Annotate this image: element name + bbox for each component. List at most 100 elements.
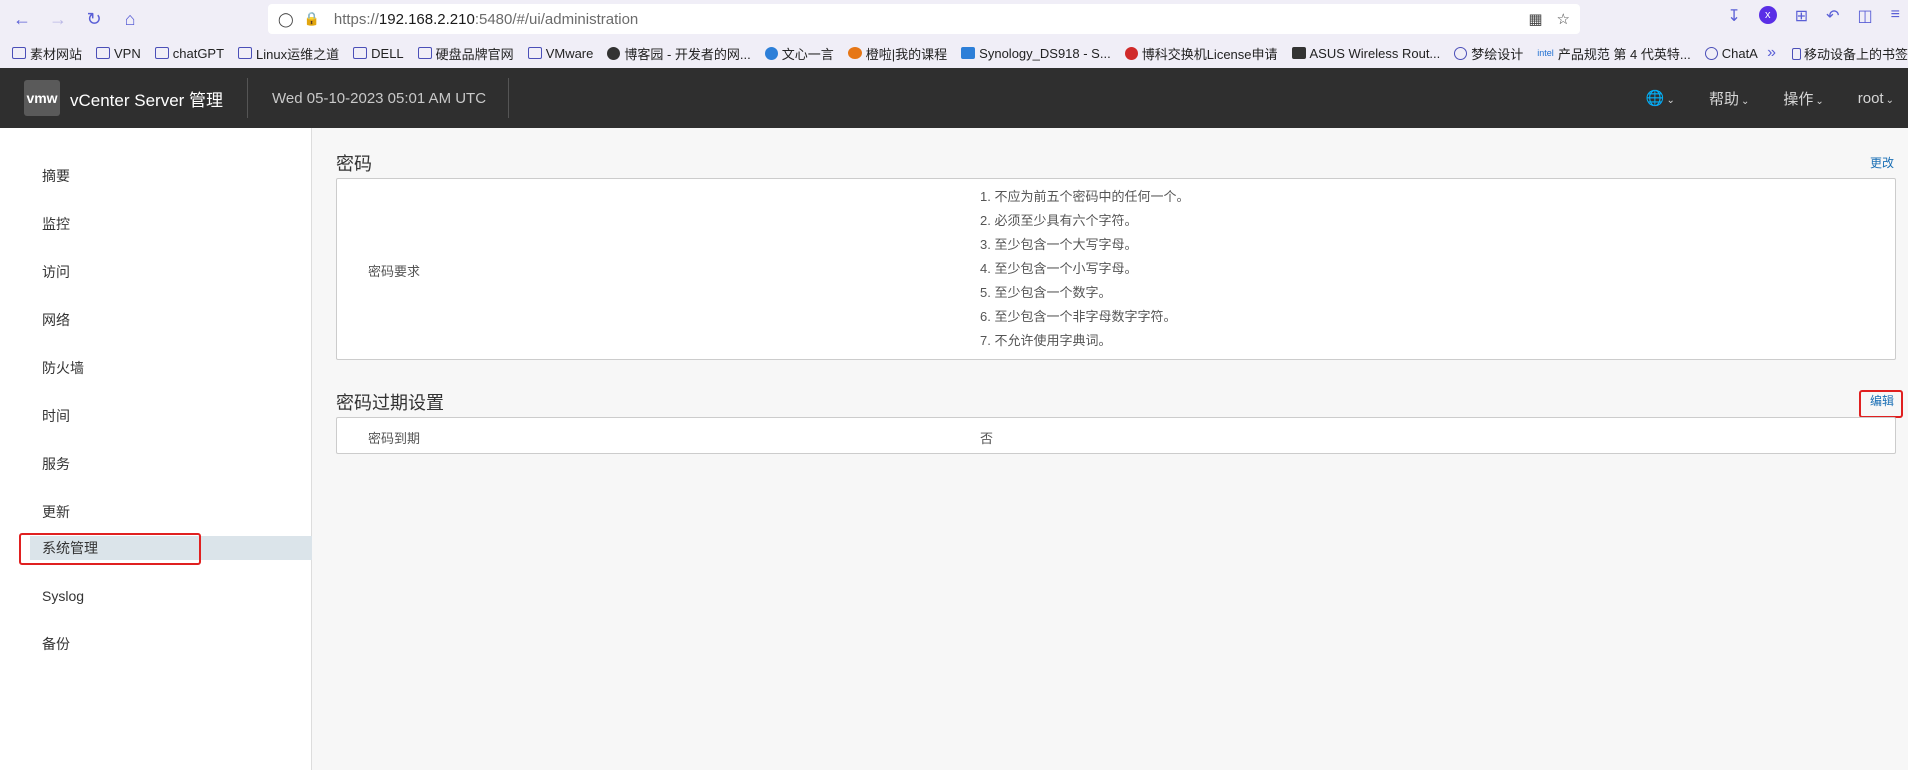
broadcom-icon: [1124, 46, 1138, 60]
sidebar-item-access[interactable]: 访问: [0, 260, 312, 284]
back-arrow-icon[interactable]: ←: [8, 5, 36, 33]
bookmark-item[interactable]: ASUS Wireless Rout...: [1291, 46, 1440, 61]
list-item: 2. 必须至少具有六个字符。: [980, 213, 1138, 228]
menu-icon[interactable]: ≡: [1891, 6, 1900, 26]
sidebar: 摘要 监控 访问 网络 防火墙 时间 服务 更新 系统管理 Syslog 备份: [0, 128, 312, 770]
password-requirements-list: 1. 不应为前五个密码中的任何一个。 2. 必须至少具有六个字符。 3. 至少包…: [980, 187, 1189, 355]
list-item: 4. 至少包含一个小写字母。: [980, 261, 1138, 276]
header-divider: [247, 78, 249, 118]
bookmark-item[interactable]: 博客园 - 开发者的网...: [607, 44, 751, 63]
sidebar-item-services[interactable]: 服务: [0, 452, 312, 476]
sidebar-item-time[interactable]: 时间: [0, 404, 312, 428]
list-item: 1. 不应为前五个密码中的任何一个。: [980, 189, 1190, 204]
sidebar-item-backup[interactable]: 备份: [0, 632, 312, 656]
home-icon[interactable]: ⌂: [116, 5, 144, 33]
password-requirements-card: 密码要求 1. 不应为前五个密码中的任何一个。 2. 必须至少具有六个字符。 3…: [336, 178, 1896, 360]
bookmark-item[interactable]: 梦绘设计: [1454, 44, 1523, 63]
app-title: vCenter Server 管理: [70, 90, 224, 110]
chevron-down-icon: ⌄: [1740, 95, 1750, 107]
bookmarks-overflow: » 移动设备上的书签: [1759, 38, 1908, 68]
main-content: 密码 更改 密码要求 1. 不应为前五个密码中的任何一个。 2. 必须至少具有六…: [313, 128, 1908, 770]
globe-icon: [1454, 46, 1468, 60]
extensions-icon[interactable]: ◫: [1858, 6, 1873, 26]
wenxin-icon: [764, 46, 778, 60]
password-expiry-value: 否: [980, 431, 994, 446]
bookmark-item[interactable]: 素材网站: [12, 44, 82, 63]
folder-icon: [353, 47, 368, 59]
synology-icon: [961, 47, 976, 59]
mobile-bookmarks[interactable]: 移动设备上的书签: [1791, 44, 1908, 63]
undo-icon[interactable]: ↶: [1826, 6, 1839, 26]
chengla-icon: [847, 47, 862, 59]
bookmark-item[interactable]: 文心一言: [764, 44, 834, 63]
reload-icon[interactable]: ↻: [80, 5, 108, 33]
sidebar-item-monitor[interactable]: 监控: [0, 212, 312, 236]
bookmark-item[interactable]: 硬盘品牌官网: [417, 44, 514, 63]
sidebar-item-syslog[interactable]: Syslog: [0, 584, 312, 608]
highlight-box: [1859, 390, 1903, 418]
shield-icon[interactable]: ◯: [278, 11, 294, 28]
password-expiry-card: 密码到期 否: [336, 417, 1896, 454]
lock-icon[interactable]: 🔒: [304, 11, 320, 27]
bookmark-item[interactable]: 橙啦|我的课程: [847, 44, 947, 63]
crop-icon[interactable]: ⊞: [1795, 6, 1808, 26]
header-datetime: Wed 05-10-2023 05:01 AM UTC: [272, 89, 487, 107]
folder-icon: [96, 47, 111, 59]
password-section-title: 密码: [336, 154, 372, 174]
bookmark-item[interactable]: 博科交换机License申请: [1124, 44, 1278, 63]
star-icon[interactable]: ☆: [1557, 10, 1570, 28]
header-divider: [508, 78, 509, 118]
list-item: 5. 至少包含一个数字。: [980, 285, 1112, 300]
vmware-logo: vmw: [24, 80, 60, 116]
profile-icon[interactable]: x: [1758, 6, 1777, 24]
bookmark-item[interactable]: Linux运维之道: [238, 44, 339, 63]
password-expiry-section-title: 密码过期设置: [336, 393, 444, 413]
actions-menu[interactable]: 操作 ⌄: [1783, 88, 1823, 109]
sidebar-item-update[interactable]: 更新: [0, 500, 312, 524]
bookmark-item[interactable]: ChatAI: [1704, 46, 1761, 61]
highlight-box: [19, 533, 201, 565]
globe-icon: 🌐: [1645, 90, 1665, 107]
chevron-down-icon: ⌄: [1885, 94, 1894, 106]
bookmark-item[interactable]: VPN: [96, 46, 141, 61]
password-requirements-label: 密码要求: [368, 264, 421, 279]
sidebar-item-networking[interactable]: 网络: [0, 308, 312, 332]
change-password-link[interactable]: 更改: [1870, 154, 1894, 171]
password-expiry-label: 密码到期: [368, 431, 421, 446]
cnblogs-icon: [607, 46, 621, 60]
folder-icon: [154, 47, 169, 59]
app-header: vmw vCenter Server 管理 Wed 05-10-2023 05:…: [0, 68, 1908, 128]
url-scheme: https://: [333, 10, 379, 28]
language-menu[interactable]: 🌐 ⌄: [1646, 89, 1675, 107]
browser-toolbar: ← → ↻ ⌂ ◯ 🔒 https://192.168.2.210:5480/#…: [0, 0, 1908, 38]
folder-icon: [238, 47, 253, 59]
address-bar[interactable]: ◯ 🔒 https://192.168.2.210:5480/#/ui/admi…: [268, 4, 1580, 34]
bookmarks-bar: 素材网站 VPN chatGPT Linux运维之道 DELL 硬盘品牌官网 V…: [0, 38, 1908, 68]
list-item: 3. 至少包含一个大写字母。: [980, 237, 1138, 252]
folder-icon: [417, 47, 432, 59]
phone-icon: [1791, 47, 1801, 60]
help-menu[interactable]: 帮助 ⌄: [1709, 88, 1749, 109]
folder-icon: [527, 47, 542, 59]
list-item: 6. 至少包含一个非字母数字字符。: [980, 309, 1177, 324]
list-item: 7. 不允许使用字典词。: [980, 333, 1112, 348]
folder-icon: [12, 47, 26, 59]
intel-icon: intel: [1537, 48, 1554, 58]
bookmark-item[interactable]: DELL: [353, 46, 404, 61]
bookmark-item[interactable]: Synology_DS918 - S...: [961, 46, 1111, 61]
url-text[interactable]: https://192.168.2.210:5480/#/ui/administ…: [334, 11, 638, 28]
chevron-double-right-icon[interactable]: »: [1767, 44, 1776, 62]
sidebar-item-summary[interactable]: 摘要: [0, 164, 312, 188]
download-icon[interactable]: ↧: [1727, 6, 1740, 26]
bookmark-item[interactable]: chatGPT: [154, 46, 224, 61]
chevron-down-icon: ⌄: [1666, 95, 1675, 106]
qr-code-icon[interactable]: ▦: [1528, 10, 1542, 28]
url-path: :5480/#/ui/administration: [474, 10, 639, 28]
forward-arrow-icon[interactable]: →: [44, 5, 72, 33]
sidebar-item-firewall[interactable]: 防火墙: [0, 356, 312, 380]
url-host: 192.168.2.210: [378, 10, 475, 28]
chevron-down-icon: ⌄: [1815, 95, 1824, 107]
bookmark-item[interactable]: VMware: [527, 46, 593, 61]
user-menu[interactable]: root ⌄: [1858, 90, 1894, 107]
bookmark-item[interactable]: intel 产品规范 第 4 代英特...: [1537, 44, 1690, 63]
